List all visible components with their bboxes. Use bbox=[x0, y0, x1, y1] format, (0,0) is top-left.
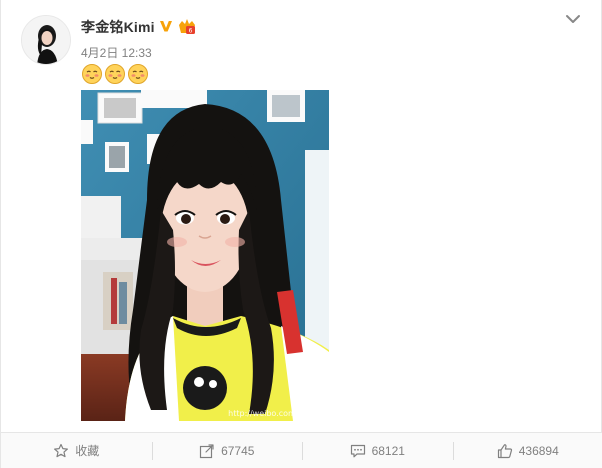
comment-icon bbox=[350, 444, 365, 457]
comment-button[interactable]: 68121 bbox=[302, 433, 453, 468]
comment-count: 68121 bbox=[371, 443, 405, 458]
shy-face-icon bbox=[105, 64, 125, 84]
repost-count: 67745 bbox=[221, 443, 255, 458]
favorite-label: 收藏 bbox=[75, 444, 100, 458]
action-bar: 收藏 67745 68121 436894 bbox=[1, 432, 602, 468]
chevron-down-icon[interactable] bbox=[564, 12, 582, 26]
author-name[interactable]: 李金铭Kimi bbox=[81, 17, 155, 37]
vip-member-icon[interactable]: 6 bbox=[177, 18, 197, 35]
shy-face-icon bbox=[128, 64, 148, 84]
emoji-row bbox=[81, 63, 149, 85]
avatar[interactable] bbox=[21, 15, 71, 65]
like-button[interactable]: 436894 bbox=[452, 433, 602, 468]
repost-icon bbox=[199, 443, 214, 458]
thumbs-up-icon bbox=[497, 443, 512, 458]
post-timestamp[interactable]: 4月2日 12:33 bbox=[81, 44, 152, 61]
post-photo[interactable]: http://weibo.com/kimi... bbox=[81, 90, 329, 421]
shy-face-icon bbox=[82, 64, 102, 84]
svg-text:6: 6 bbox=[189, 28, 193, 35]
image-watermark: http://weibo.com/kimi... bbox=[228, 409, 323, 418]
weibo-post-card: 李金铭Kimi 6 4月2日 12:33 http://weibo.com/ki… bbox=[0, 0, 602, 468]
like-count: 436894 bbox=[518, 443, 559, 458]
repost-button[interactable]: 67745 bbox=[151, 433, 303, 468]
verified-v-icon[interactable] bbox=[159, 19, 173, 33]
star-icon bbox=[54, 443, 69, 457]
favorite-button[interactable]: 收藏 bbox=[1, 433, 152, 468]
